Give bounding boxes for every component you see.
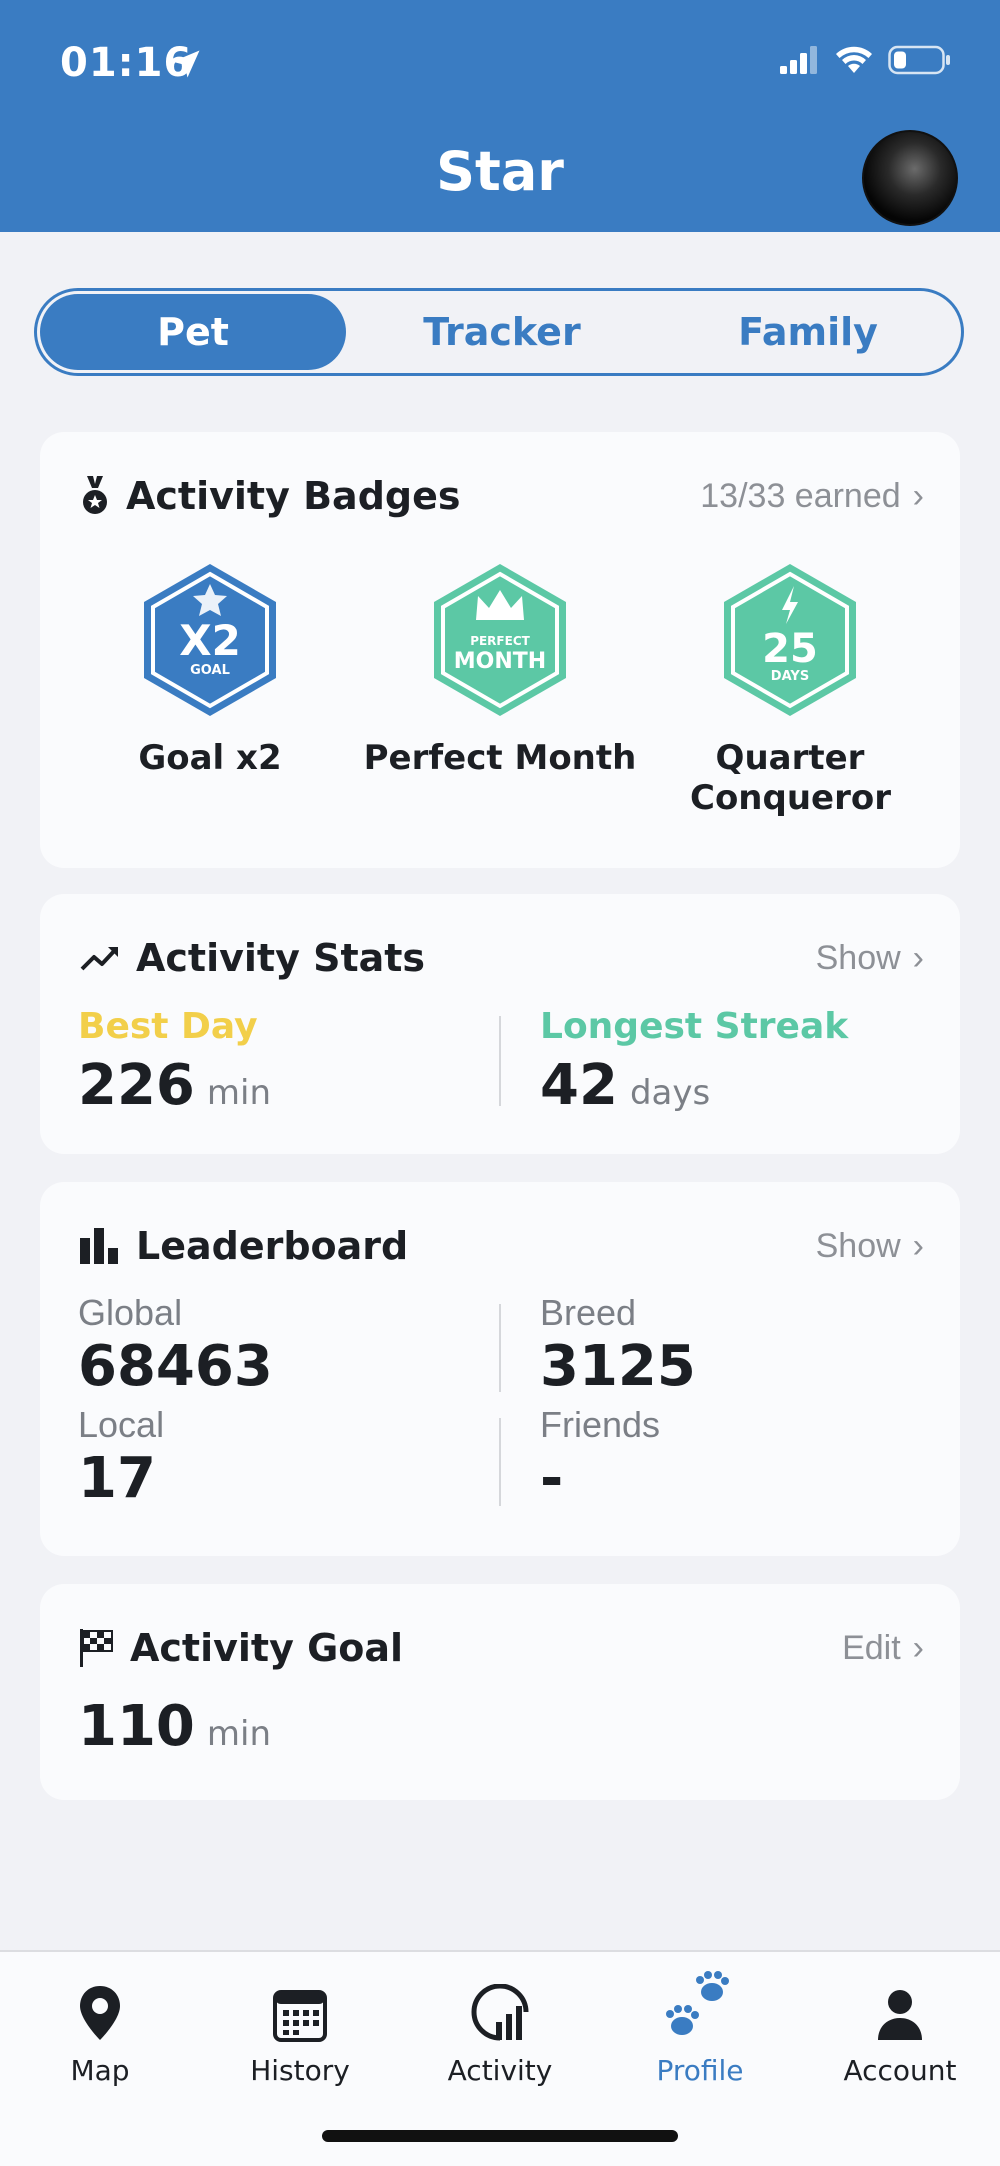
chevron-right-icon: › (912, 476, 924, 515)
perfect-month-badge-icon: PERFECT MONTH (434, 564, 566, 716)
tab-account[interactable]: Account (800, 1972, 1000, 2087)
card-title: Activity Goal (130, 1626, 404, 1670)
badge-goal-x2[interactable]: X2 GOAL Goal x2 (65, 562, 355, 818)
friends-label: Friends (540, 1404, 661, 1445)
show-label: Show (815, 1226, 901, 1265)
calendar-icon (273, 1990, 327, 2042)
medal-icon (83, 476, 107, 514)
svg-text:PERFECT: PERFECT (470, 634, 530, 648)
quarter-conqueror-badge-icon: 25 DAYS (724, 564, 856, 716)
longest-streak-value: 42 (540, 1053, 618, 1118)
activity-gauge-icon (471, 1984, 529, 2041)
wifi-icon (836, 46, 872, 73)
stats-show-link[interactable]: Show › (816, 939, 924, 978)
segment-tracker[interactable]: Tracker (349, 291, 655, 373)
svg-text:MONTH: MONTH (454, 649, 546, 674)
app-header: 01:16 Star (0, 0, 1000, 232)
tab-map[interactable]: Map (0, 1972, 200, 2087)
goal-value: 110 (78, 1694, 195, 1759)
status-indicators (780, 44, 952, 76)
edit-label: Edit (842, 1628, 901, 1667)
tab-label: History (250, 2054, 350, 2087)
tab-history[interactable]: History (200, 1972, 400, 2087)
longest-streak-label: Longest Streak (540, 1006, 849, 1047)
segment-family[interactable]: Family (655, 291, 961, 373)
cellular-signal-icon (780, 46, 817, 74)
tab-profile[interactable]: Profile (600, 1971, 800, 2087)
local-label: Local (78, 1404, 165, 1445)
badges-earned-count: 13/33 earned (700, 476, 901, 515)
chevron-right-icon: › (912, 938, 924, 977)
goal-x2-badge-icon: X2 GOAL (144, 564, 276, 716)
breed-value: 3125 (540, 1334, 696, 1399)
best-day-stat: Best Day 226 min (78, 1006, 271, 1118)
activity-goal-card: Activity Goal Edit › 110 min (40, 1584, 960, 1800)
tab-label: Profile (656, 2054, 744, 2087)
breed-rank: Breed 3125 (540, 1292, 696, 1399)
svg-text:DAYS: DAYS (771, 669, 809, 684)
badge-perfect-month[interactable]: PERFECT MONTH Perfect Month (355, 562, 645, 818)
tab-activity[interactable]: Activity (400, 1972, 600, 2087)
badge-label: Perfect Month (363, 738, 637, 778)
card-title: Leaderboard (136, 1224, 409, 1268)
bar-chart-icon (80, 1228, 118, 1264)
activity-badges-card: Activity Badges 13/33 earned › X2 GOAL G… (40, 432, 960, 868)
local-rank: Local 17 (78, 1404, 164, 1511)
avatar[interactable] (862, 130, 958, 226)
badges-earned-link[interactable]: 13/33 earned › (700, 477, 924, 516)
trend-up-icon (80, 947, 118, 971)
svg-text:GOAL: GOAL (190, 663, 230, 678)
paw-icon (666, 1971, 729, 2035)
leaderboard-card: Leaderboard Show › Global 68463 Breed 31… (40, 1182, 960, 1556)
battery-icon (888, 45, 950, 75)
friends-rank: Friends - (540, 1404, 660, 1511)
global-value: 68463 (78, 1334, 273, 1399)
friends-value: - (540, 1446, 564, 1511)
best-day-unit: min (206, 1073, 272, 1113)
tab-label: Activity (447, 2054, 553, 2087)
home-indicator (322, 2130, 678, 2142)
badge-label: Quarter Conqueror (690, 738, 892, 818)
chevron-right-icon: › (912, 1628, 924, 1667)
leaderboard-header: Leaderboard Show › (80, 1218, 924, 1274)
map-pin-icon (80, 1986, 120, 2040)
leaderboard-divider-top (499, 1304, 501, 1392)
activity-stats-card: Activity Stats Show › Best Day 226 min Lo… (40, 894, 960, 1154)
goal-unit: min (206, 1714, 272, 1754)
card-title: Activity Badges (126, 474, 461, 518)
leaderboard-show-link[interactable]: Show › (816, 1227, 924, 1266)
svg-text:X2: X2 (179, 616, 241, 665)
card-title: Activity Stats (136, 936, 426, 980)
tab-label: Map (70, 2054, 130, 2087)
svg-text:25: 25 (762, 626, 818, 672)
global-rank: Global 68463 (78, 1292, 273, 1399)
activity-stats-header: Activity Stats Show › (80, 930, 924, 986)
best-day-value: 226 (78, 1053, 195, 1118)
badge-list: X2 GOAL Goal x2 PERFECT MONTH Perfect Mo… (40, 562, 960, 818)
longest-streak-stat: Longest Streak 42 days (540, 1006, 848, 1118)
profile-segmented-control: Pet Tracker Family (34, 288, 964, 376)
chevron-right-icon: › (912, 1226, 924, 1265)
activity-badges-header: Activity Badges 13/33 earned › (80, 468, 924, 524)
page-title: Star (436, 140, 564, 203)
segment-pet[interactable]: Pet (40, 294, 346, 370)
goal-stat: 110 min (78, 1694, 271, 1759)
activity-goal-header: Activity Goal Edit › (80, 1620, 924, 1676)
badge-label: Goal x2 (138, 738, 282, 778)
breed-label: Breed (540, 1292, 637, 1333)
show-label: Show (815, 938, 901, 977)
checkered-flag-icon (80, 1629, 113, 1667)
goal-edit-link[interactable]: Edit › (842, 1629, 924, 1668)
local-value: 17 (78, 1446, 156, 1511)
badge-quarter-conqueror[interactable]: 25 DAYS Quarter Conqueror (645, 562, 935, 818)
tab-label: Account (843, 2054, 957, 2087)
longest-streak-unit: days (629, 1073, 711, 1113)
location-arrow-icon (172, 50, 200, 78)
leaderboard-divider-bottom (499, 1418, 501, 1506)
global-label: Global (78, 1292, 183, 1333)
stats-divider (499, 1016, 501, 1106)
person-icon (878, 1990, 922, 2040)
best-day-label: Best Day (78, 1006, 258, 1047)
